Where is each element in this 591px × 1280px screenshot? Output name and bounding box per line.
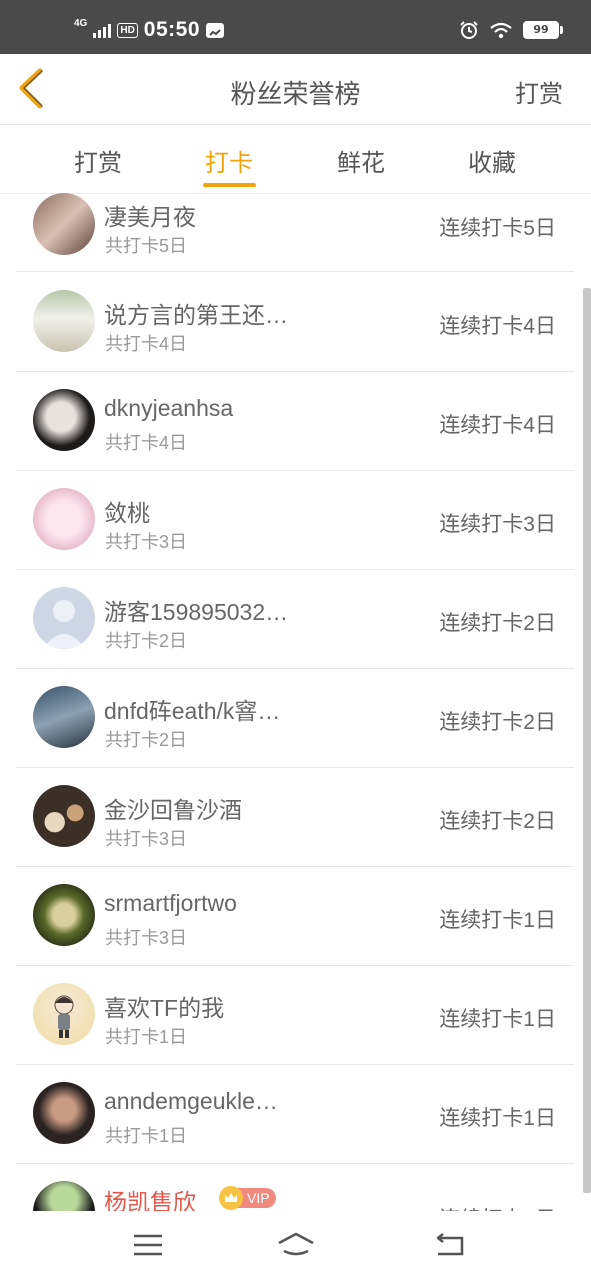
fan-total-checkins: 共打卡2日 <box>105 730 188 750</box>
vip-badge: VIP <box>219 1186 276 1210</box>
list-item[interactable]: 敛桃 共打卡3日 连续打卡3日 <box>16 470 574 570</box>
system-nav-bar <box>0 1211 591 1280</box>
fan-name: 敛桃 <box>104 500 150 526</box>
reward-action-button[interactable]: 打赏 <box>515 74 563 109</box>
fan-streak: 连续打卡1日 <box>439 1008 556 1031</box>
fan-name: 喜欢TF的我 <box>104 995 225 1021</box>
avatar[interactable] <box>33 686 95 748</box>
cartoon-avatar-icon <box>54 995 74 1038</box>
list-item[interactable]: srmartfjortwo 共打卡3日 连续打卡1日 <box>16 866 574 966</box>
back-nav-button[interactable] <box>430 1229 470 1261</box>
avatar[interactable] <box>33 785 95 847</box>
return-icon <box>436 1233 464 1256</box>
fan-name: dnfd砗eath/k窨… <box>104 698 281 724</box>
status-bar: 4G HD 05:50 99 <box>0 0 591 54</box>
fan-streak: 连续打卡5日 <box>439 217 556 240</box>
battery-icon: 99 <box>523 21 563 39</box>
tab-favorites[interactable]: 收藏 <box>452 143 532 178</box>
fan-name: 杨凯售欣 <box>104 1189 196 1211</box>
fan-total-checkins: 共打卡3日 <box>105 928 188 948</box>
crown-icon <box>219 1186 243 1210</box>
avatar[interactable] <box>33 587 95 649</box>
status-right: 99 <box>459 20 563 40</box>
fan-total-checkins: 共打卡1日 <box>105 1126 188 1146</box>
fan-streak: 连续打卡3日 <box>439 513 556 536</box>
fan-streak: 连续打卡1日 <box>439 1107 556 1130</box>
list-item[interactable]: 喜欢TF的我 共打卡1日 连续打卡1日 <box>16 965 574 1065</box>
fan-name: 游客159895032… <box>104 599 289 625</box>
notification-icon <box>206 22 225 38</box>
avatar[interactable] <box>33 1082 95 1144</box>
menu-button[interactable] <box>128 1229 168 1261</box>
list-item[interactable]: anndemgeukle… 共打卡1日 连续打卡1日 <box>16 1064 574 1164</box>
menu-icon <box>134 1234 162 1256</box>
status-left: 4G HD 05:50 <box>74 17 225 42</box>
list-item[interactable]: dknyjeanhsa 共打卡4日 连续打卡4日 <box>16 371 574 471</box>
list-item[interactable]: 金沙回鲁沙酒 共打卡3日 连续打卡2日 <box>16 767 574 867</box>
home-icon <box>278 1232 314 1256</box>
home-button[interactable] <box>276 1229 316 1261</box>
tab-checkin[interactable]: 打卡 <box>189 143 269 178</box>
fan-list[interactable]: 凄美月夜 共打卡5日 连续打卡5日 说方言的第王还… 共打卡4日 连续打卡4日 … <box>0 193 591 1211</box>
scrollbar[interactable] <box>583 288 591 1193</box>
fan-streak: 连续打卡1日 <box>439 1203 556 1211</box>
avatar[interactable] <box>33 983 95 1045</box>
list-item[interactable]: 说方言的第王还… 共打卡4日 连续打卡4日 <box>16 272 574 372</box>
fan-total-checkins: 共打卡2日 <box>105 631 188 651</box>
fan-name: 凄美月夜 <box>104 204 196 230</box>
fan-total-checkins: 共打卡4日 <box>105 334 188 354</box>
tab-flowers[interactable]: 鲜花 <box>321 143 401 178</box>
fan-total-checkins: 共打卡4日 <box>105 433 188 453</box>
alarm-icon <box>460 21 478 39</box>
status-time: 05:50 <box>143 18 201 41</box>
active-tab-indicator <box>203 183 256 187</box>
list-item[interactable]: 凄美月夜 共打卡5日 连续打卡5日 <box>16 193 574 272</box>
tab-reward[interactable]: 打赏 <box>58 143 138 178</box>
default-avatar-icon <box>43 600 85 649</box>
fan-streak: 连续打卡1日 <box>439 909 556 932</box>
fan-name: 说方言的第王还… <box>104 302 288 328</box>
avatar[interactable] <box>33 290 95 352</box>
tab-bar: 打赏 打卡 鲜花 收藏 <box>0 125 591 194</box>
list-item[interactable]: 游客159895032… 共打卡2日 连续打卡2日 <box>16 569 574 669</box>
network-label: 4G <box>74 17 88 29</box>
fan-name: 金沙回鲁沙酒 <box>104 797 242 823</box>
list-item[interactable]: 杨凯售欣 VIP 连续打卡1日 <box>16 1163 574 1211</box>
avatar[interactable] <box>33 389 95 451</box>
avatar[interactable] <box>33 193 95 255</box>
nav-bar: 粉丝荣誉榜 打赏 <box>0 54 591 125</box>
avatar[interactable] <box>33 884 95 946</box>
fan-total-checkins: 共打卡3日 <box>105 532 188 552</box>
fan-name: anndemgeukle… <box>104 1088 278 1114</box>
avatar[interactable] <box>33 488 95 550</box>
list-item[interactable]: dnfd砗eath/k窨… 共打卡2日 连续打卡2日 <box>16 668 574 768</box>
hd-badge: HD <box>117 22 138 38</box>
fan-streak: 连续打卡4日 <box>439 414 556 437</box>
fan-total-checkins: 共打卡3日 <box>105 829 188 849</box>
fan-streak: 连续打卡4日 <box>439 315 556 338</box>
fan-streak: 连续打卡2日 <box>439 810 556 833</box>
signal-icon <box>93 22 112 38</box>
fan-streak: 连续打卡2日 <box>439 612 556 635</box>
fan-streak: 连续打卡2日 <box>439 711 556 734</box>
fan-name: dknyjeanhsa <box>104 395 234 421</box>
avatar[interactable] <box>33 1181 95 1211</box>
fan-total-checkins: 共打卡1日 <box>105 1027 188 1047</box>
fan-total-checkins: 共打卡5日 <box>105 236 188 256</box>
fan-name: srmartfjortwo <box>104 890 237 916</box>
wifi-icon <box>490 22 512 39</box>
page-title: 粉丝荣誉榜 <box>230 79 361 109</box>
